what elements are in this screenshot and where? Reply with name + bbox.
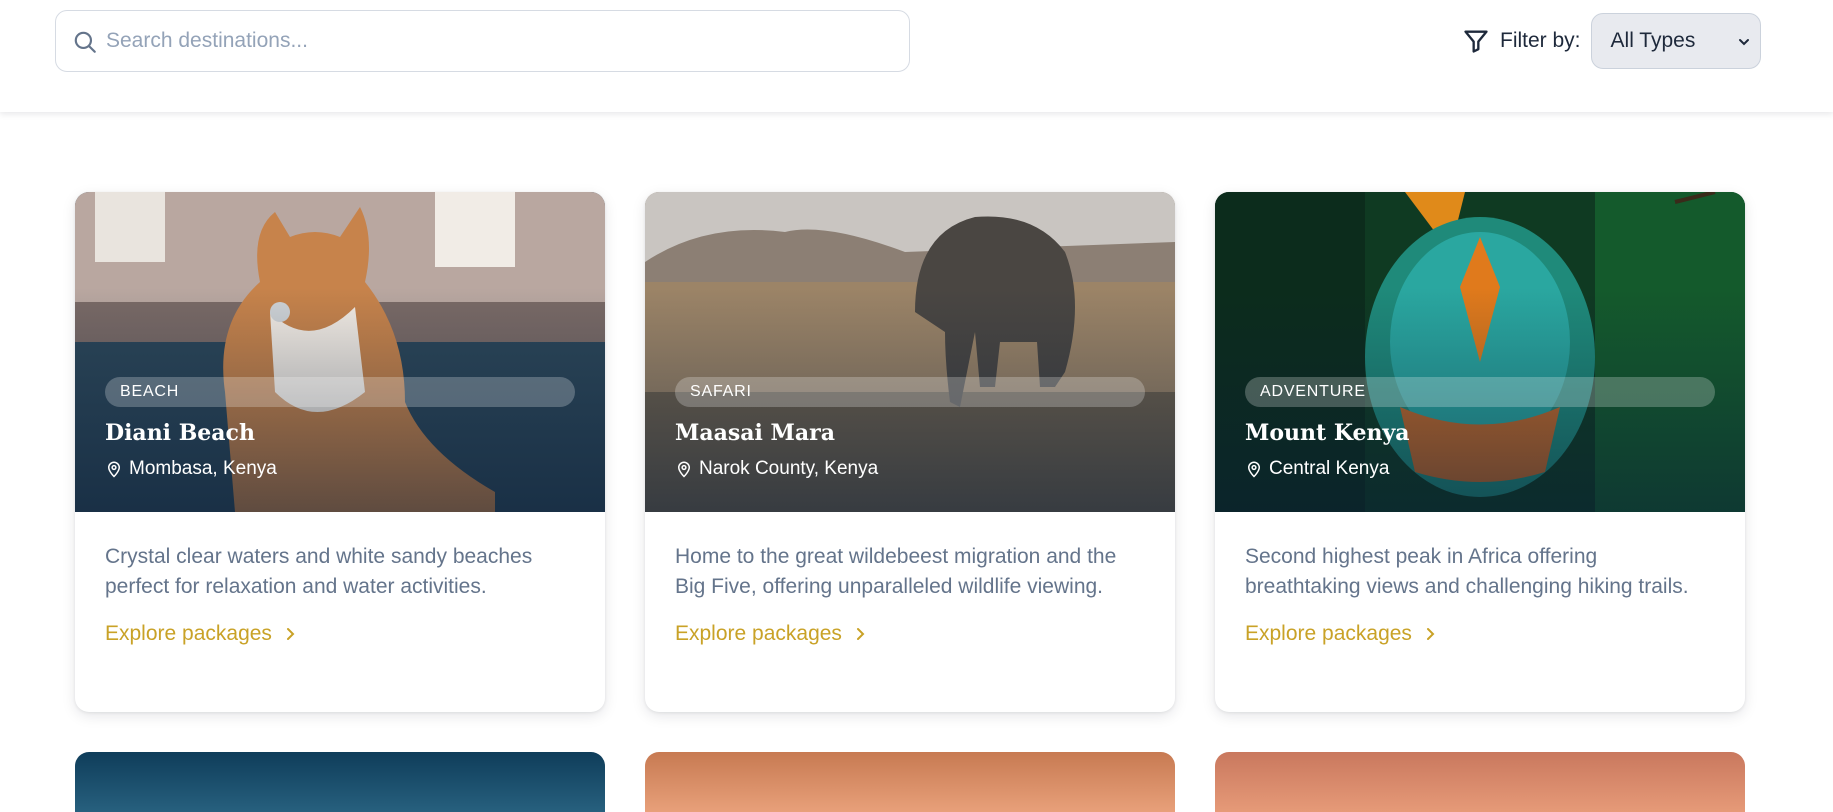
destination-card[interactable]: ADVENTURE Mount Kenya Central Kenya Seco… [1215,192,1745,712]
search-box[interactable] [55,10,910,72]
card-title: Diani Beach [105,420,255,446]
card-image: SAFARI Maasai Mara Narok County, Kenya [645,192,1175,512]
filter-group: Filter by: All Types [1462,13,1761,69]
map-pin-icon [1247,461,1261,478]
filter-label: Filter by: [1500,29,1581,52]
chevron-right-icon [1426,628,1435,640]
filter-funnel-icon [1464,30,1488,53]
card-description: Crystal clear waters and white sandy bea… [105,545,533,598]
chevron-down-icon [1738,39,1749,46]
explore-packages-link[interactable]: Explore packages [105,622,298,646]
card-image: BEACH Diani Beach Mombasa, Kenya [75,192,605,512]
chevron-right-icon [856,628,865,640]
card-title: Maasai Mara [675,420,835,446]
destinations-grid: BEACH Diani Beach Mombasa, Kenya Crystal… [0,0,1833,812]
explore-label: Explore packages [105,622,272,645]
map-pin-icon [107,461,121,478]
destination-card-partial[interactable] [645,752,1175,812]
type-filter-select[interactable]: All Types [1590,13,1761,69]
explore-label: Explore packages [675,622,842,645]
location-text: Central Kenya [1269,458,1390,479]
destination-card[interactable]: SAFARI Maasai Mara Narok County, Kenya H… [645,192,1175,712]
card-location: Narok County, Kenya [675,458,878,480]
destination-card-partial[interactable] [1215,752,1745,812]
top-toolbar: Filter by: All Types [0,0,1833,112]
category-badge: SAFARI [675,377,1145,407]
card-description: Second highest peak in Africa offering b… [1245,545,1689,598]
explore-packages-link[interactable]: Explore packages [1245,622,1438,646]
card-location: Central Kenya [1245,458,1389,480]
destination-card-partial[interactable] [75,752,605,812]
card-location: Mombasa, Kenya [105,458,277,480]
destination-card[interactable]: BEACH Diani Beach Mombasa, Kenya Crystal… [75,192,605,712]
explore-label: Explore packages [1245,622,1412,645]
card-description: Home to the great wildebeest migration a… [675,545,1117,598]
explore-packages-link[interactable]: Explore packages [675,622,868,646]
card-image: ADVENTURE Mount Kenya Central Kenya [1215,192,1745,512]
search-icon [74,31,96,53]
card-title: Mount Kenya [1245,420,1410,446]
chevron-right-icon [286,628,295,640]
search-input[interactable] [106,19,896,63]
location-text: Narok County, Kenya [699,458,879,479]
location-text: Mombasa, Kenya [129,458,277,479]
category-badge: ADVENTURE [1245,377,1715,407]
selected-type: All Types [1610,29,1696,52]
map-pin-icon [677,461,691,478]
category-badge: BEACH [105,377,575,407]
